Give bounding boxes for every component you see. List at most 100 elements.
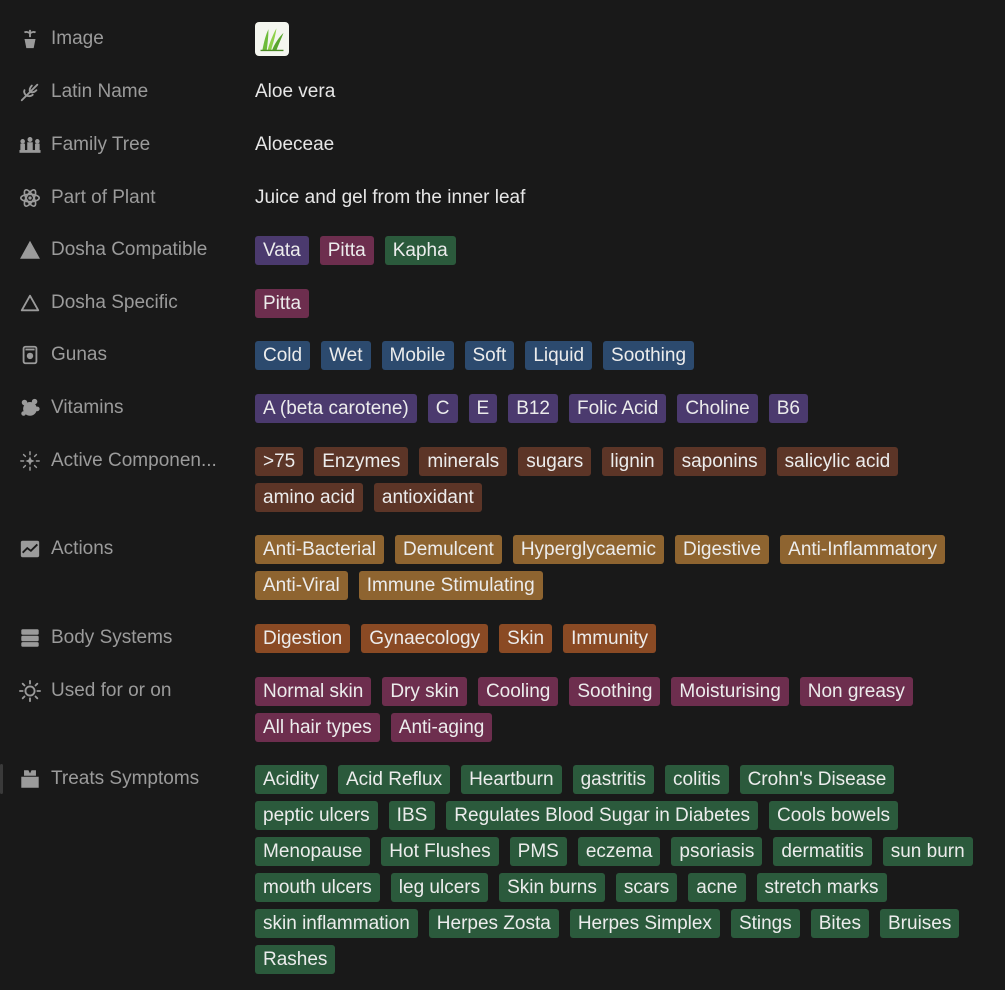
tag-pill[interactable]: Digestion — [255, 624, 351, 653]
tag-pill[interactable]: Regulates Blood Sugar in Diabetes — [446, 801, 759, 830]
tag-pill[interactable]: psoriasis — [671, 837, 763, 866]
tag-pill[interactable]: antioxidant — [373, 483, 482, 512]
tag-pill[interactable]: Demulcent — [395, 535, 502, 564]
tag-pill[interactable]: Pitta — [319, 236, 374, 265]
property-label-vitamins[interactable]: Vitamins — [18, 390, 248, 426]
tag-pill[interactable]: Cools bowels — [769, 801, 899, 830]
tag-pill[interactable]: Skin burns — [499, 873, 605, 902]
tag-pill[interactable]: PMS — [509, 837, 567, 866]
gunas-tags[interactable]: Cold Wet Mobile Soft Liquid Soothing — [255, 341, 995, 370]
tag-pill[interactable]: Liquid — [525, 341, 593, 370]
property-label-active-components[interactable]: Active Componen... — [18, 443, 248, 479]
property-label-dosha-specific[interactable]: Dosha Specific — [18, 285, 248, 321]
tag-pill[interactable]: mouth ulcers — [255, 873, 380, 902]
tag-pill[interactable]: Stings — [730, 909, 800, 938]
tag-pill[interactable]: Kapha — [384, 236, 456, 265]
tag-pill[interactable]: Digestive — [674, 535, 770, 564]
family-tree-value[interactable]: Aloeceae — [255, 127, 995, 163]
property-label-dosha-compatible[interactable]: Dosha Compatible — [18, 232, 248, 268]
tag-pill[interactable]: >75 — [255, 447, 304, 476]
tag-pill[interactable]: Dry skin — [382, 677, 467, 706]
tag-pill[interactable]: eczema — [577, 837, 661, 866]
tag-pill[interactable]: IBS — [388, 801, 436, 830]
vitamins-tags[interactable]: A (beta carotene) C E B12 Folic Acid Choline B… — [255, 394, 995, 423]
tag-pill[interactable]: Skin — [499, 624, 553, 653]
body-systems-tags[interactable]: Digestion Gynaecology Skin Immunity — [255, 624, 995, 653]
tag-pill[interactable]: E — [468, 394, 498, 423]
tag-pill[interactable]: peptic ulcers — [255, 801, 378, 830]
tag-pill[interactable]: Immune Stimulating — [358, 571, 543, 600]
tag-pill[interactable]: sugars — [518, 447, 592, 476]
tag-pill[interactable]: amino acid — [255, 483, 363, 512]
tag-pill[interactable]: Cold — [255, 341, 311, 370]
tag-pill[interactable]: C — [427, 394, 458, 423]
actions-tags[interactable]: Anti-Bacterial Demulcent Hyperglycaemic Dig… — [255, 535, 995, 600]
tag-pill[interactable]: stretch marks — [756, 873, 887, 902]
property-label-latin-name[interactable]: Latin Name — [18, 74, 248, 110]
tag-pill[interactable]: Rashes — [255, 945, 336, 974]
tag-pill[interactable]: Wet — [321, 341, 371, 370]
tag-pill[interactable]: B6 — [768, 394, 808, 423]
tag-pill[interactable]: lignin — [602, 447, 663, 476]
tag-pill[interactable]: Soothing — [569, 677, 661, 706]
active-components-tags[interactable]: >75 Enzymes minerals sugars lignin saponins sa… — [255, 447, 995, 512]
used-for-tags[interactable]: Normal skin Dry skin Cooling Soothing Moistu… — [255, 677, 995, 742]
tag-pill[interactable]: gastritis — [572, 765, 655, 794]
tag-pill[interactable]: Acidity — [255, 765, 327, 794]
tag-pill[interactable]: Soft — [464, 341, 515, 370]
tag-pill[interactable]: Anti-aging — [390, 713, 493, 742]
tag-pill[interactable]: Anti-Inflammatory — [780, 535, 946, 564]
tag-pill[interactable]: Cooling — [477, 677, 559, 706]
treats-symptoms-tags[interactable]: Acidity Acid Reflux Heartburn gastritis coli… — [255, 765, 995, 974]
tag-pill[interactable]: Hot Flushes — [381, 837, 499, 866]
tag-pill[interactable]: skin inflammation — [255, 909, 418, 938]
tag-pill[interactable]: Anti-Bacterial — [255, 535, 384, 564]
tag-pill[interactable]: Normal skin — [255, 677, 372, 706]
tag-pill[interactable]: Herpes Simplex — [569, 909, 720, 938]
aloe-thumbnail[interactable] — [255, 22, 289, 56]
tag-pill[interactable]: Gynaecology — [361, 624, 489, 653]
tag-pill[interactable]: Bites — [810, 909, 869, 938]
tag-pill[interactable]: colitis — [665, 765, 729, 794]
tag-pill[interactable]: leg ulcers — [390, 873, 489, 902]
property-label-used-for[interactable]: Used for or on — [18, 673, 248, 709]
tag-pill[interactable]: salicylic acid — [776, 447, 899, 476]
tag-pill[interactable]: Vata — [255, 236, 309, 265]
tag-pill[interactable]: Hyperglycaemic — [512, 535, 664, 564]
tag-pill[interactable]: Menopause — [255, 837, 371, 866]
tag-pill[interactable]: sun burn — [882, 837, 973, 866]
property-label-image[interactable]: Image — [18, 21, 248, 57]
tag-pill[interactable]: Pitta — [255, 289, 310, 318]
tag-pill[interactable]: Enzymes — [314, 447, 409, 476]
property-label-part-of-plant[interactable]: Part of Plant — [18, 180, 248, 216]
tag-pill[interactable]: minerals — [419, 447, 508, 476]
property-label-treats-symptoms[interactable]: Treats Symptoms — [18, 761, 248, 797]
tag-pill[interactable]: Bruises — [880, 909, 960, 938]
property-label-actions[interactable]: Actions — [18, 531, 248, 567]
tag-pill[interactable]: Moisturising — [671, 677, 789, 706]
property-label-family-tree[interactable]: Family Tree — [18, 127, 248, 163]
latin-name-value[interactable]: Aloe vera — [255, 74, 995, 110]
tag-pill[interactable]: Immunity — [563, 624, 657, 653]
property-label-body-systems[interactable]: Body Systems — [18, 620, 248, 656]
tag-pill[interactable]: Mobile — [381, 341, 454, 370]
tag-pill[interactable]: saponins — [673, 447, 766, 476]
tag-pill[interactable]: Non greasy — [799, 677, 913, 706]
tag-pill[interactable]: Acid Reflux — [337, 765, 451, 794]
property-value-image[interactable] — [255, 22, 995, 56]
tag-pill[interactable]: Heartburn — [461, 765, 562, 794]
dosha-specific-tags[interactable]: Pitta — [255, 289, 995, 318]
tag-pill[interactable]: B12 — [508, 394, 558, 423]
part-of-plant-value[interactable]: Juice and gel from the inner leaf — [255, 180, 995, 216]
tag-pill[interactable]: scars — [615, 873, 678, 902]
dosha-compatible-tags[interactable]: Vata Pitta Kapha — [255, 236, 995, 265]
property-label-gunas[interactable]: Gunas — [18, 337, 248, 373]
tag-pill[interactable]: acne — [688, 873, 746, 902]
tag-pill[interactable]: Choline — [677, 394, 758, 423]
tag-pill[interactable]: Soothing — [603, 341, 695, 370]
tag-pill[interactable]: dermatitis — [773, 837, 872, 866]
tag-pill[interactable]: Crohn's Disease — [739, 765, 895, 794]
tag-pill[interactable]: All hair types — [255, 713, 380, 742]
tag-pill[interactable]: A (beta carotene) — [255, 394, 417, 423]
tag-pill[interactable]: Folic Acid — [569, 394, 667, 423]
